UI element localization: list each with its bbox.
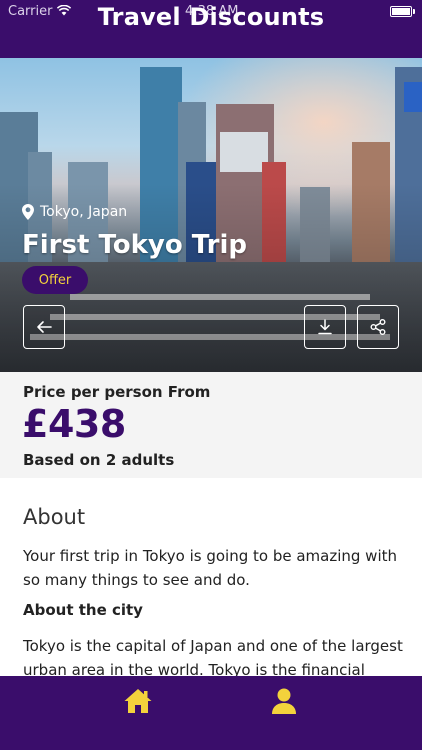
download-icon xyxy=(318,319,332,335)
nav-profile[interactable] xyxy=(266,684,302,718)
user-icon xyxy=(272,688,296,714)
price-section: Price per person From £438 Based on 2 ad… xyxy=(0,372,422,478)
price-value: £438 xyxy=(22,402,126,446)
about-heading: About xyxy=(23,505,86,529)
share-button[interactable] xyxy=(357,305,399,349)
share-icon xyxy=(370,319,386,335)
price-basis: Based on 2 adults xyxy=(23,451,175,469)
about-text: Your first trip in Tokyo is going to be … xyxy=(23,547,397,589)
price-label: Price per person From xyxy=(23,383,211,401)
location-pin-icon xyxy=(22,204,34,220)
app-title: Travel Discounts xyxy=(97,3,325,31)
about-city-text: Tokyo is the capital of Japan and one of… xyxy=(23,637,403,676)
app-header: Carrier 4:38 AM Travel Discounts xyxy=(0,0,422,58)
home-icon xyxy=(124,689,152,713)
location-label: Tokyo, Japan xyxy=(40,204,128,220)
about-city-heading: About the city xyxy=(23,601,143,619)
offer-badge: Offer xyxy=(22,266,88,294)
about-section: About Your first trip in Tokyo is going … xyxy=(0,478,422,676)
bottom-nav xyxy=(0,676,422,750)
trip-title: First Tokyo Trip xyxy=(22,230,247,260)
arrow-left-icon xyxy=(37,321,52,333)
hero-image: Tokyo, Japan First Tokyo Trip Offer xyxy=(0,58,422,372)
download-button[interactable] xyxy=(304,305,346,349)
location-row: Tokyo, Japan xyxy=(22,204,127,220)
back-button[interactable] xyxy=(23,305,65,349)
nav-home[interactable] xyxy=(120,684,156,718)
